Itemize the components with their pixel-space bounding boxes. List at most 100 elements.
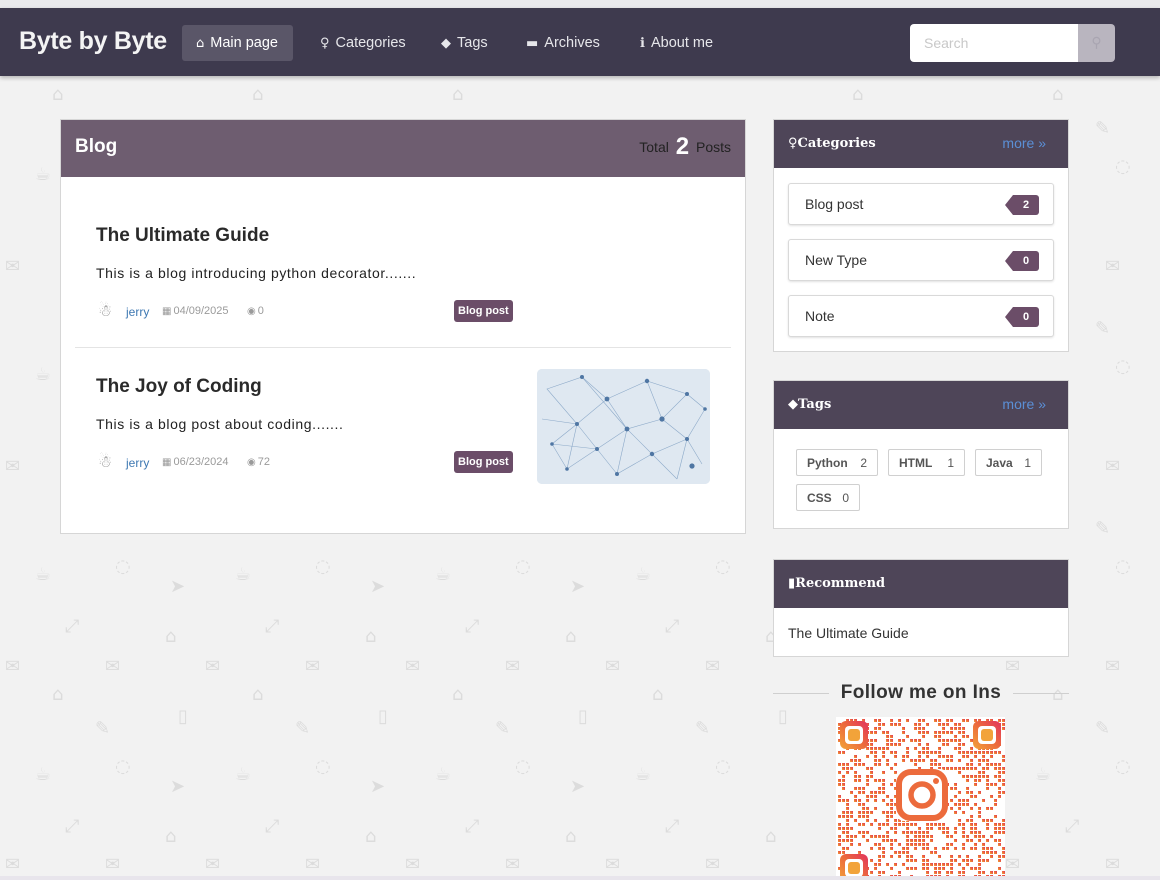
- instagram-qr-code[interactable]: [836, 717, 1005, 880]
- tags-icon: ◆: [788, 397, 798, 412]
- categories-more-label: more: [1002, 135, 1035, 151]
- cup-pattern-icon: ☕: [635, 564, 652, 585]
- tag-item[interactable]: HTML 1: [888, 449, 965, 476]
- cup-pattern-icon: ☕: [1035, 764, 1052, 785]
- post-thumbnail[interactable]: [537, 369, 710, 484]
- recommend-item[interactable]: The Ultimate Guide: [788, 625, 909, 641]
- tag-item[interactable]: CSS 0: [796, 484, 860, 511]
- cup-pattern-icon: ☕: [35, 564, 52, 585]
- nav-archives[interactable]: ▬ Archives: [512, 25, 614, 61]
- nav-tags[interactable]: ◆ Tags: [427, 25, 502, 61]
- expand-pattern-icon: ⤢: [65, 816, 80, 837]
- category-label: New Type: [805, 252, 867, 268]
- mail-pattern-icon: ✉: [1005, 854, 1021, 875]
- tag-item[interactable]: Python 2: [796, 449, 878, 476]
- cup-pattern-icon: ☕: [435, 564, 452, 585]
- expand-pattern-icon: ⤢: [65, 616, 80, 637]
- expand-pattern-icon: ⤢: [265, 616, 280, 637]
- expand-pattern-icon: ⤢: [665, 616, 680, 637]
- mail-pattern-icon: ✉: [1105, 854, 1121, 875]
- post-author[interactable]: jerry: [126, 305, 149, 319]
- cup-pattern-icon: ☕: [35, 364, 52, 385]
- tag-pattern-icon: ⌂: [565, 826, 577, 847]
- ring-pattern-icon: ◌: [115, 556, 131, 577]
- tag-count: 1: [1024, 456, 1031, 470]
- ring-pattern-icon: ◌: [1115, 756, 1131, 777]
- post-total-prefix: Total: [639, 139, 669, 155]
- post-views-count: 0: [257, 305, 264, 317]
- category-item[interactable]: New Type 0: [788, 239, 1054, 281]
- follow-heading: Follow me on Ins: [840, 682, 1002, 703]
- pencil-pattern-icon: ✎: [1095, 718, 1111, 739]
- recommend-widget-title-text: Recommend: [795, 576, 886, 591]
- mail-pattern-icon: ✉: [105, 854, 121, 875]
- ring-pattern-icon: ◌: [1115, 156, 1131, 177]
- post-category-badge[interactable]: Blog post: [454, 451, 513, 473]
- tag-pattern-icon: ⌂: [252, 84, 264, 105]
- tag-pattern-icon: ⌂: [165, 626, 177, 647]
- nav-tags-label: Tags: [457, 35, 488, 51]
- categories-widget-title: ♀Categories: [788, 136, 876, 151]
- search-button[interactable]: ⚲: [1078, 24, 1115, 62]
- nav-categories[interactable]: ♀ Categories: [306, 25, 420, 61]
- post-views: ◉ 0: [247, 305, 264, 317]
- pencil-pattern-icon: ✎: [1095, 318, 1111, 339]
- mail-pattern-icon: ✉: [5, 854, 21, 875]
- send-pattern-icon: ➤: [570, 776, 586, 797]
- post-date: ▦ 04/09/2025: [162, 305, 229, 317]
- post-title[interactable]: The Joy of Coding: [96, 376, 262, 398]
- post-date-text: 04/09/2025: [173, 305, 229, 317]
- tags-more-link[interactable]: more »: [1002, 396, 1046, 412]
- pencil-pattern-icon: ✎: [695, 718, 711, 739]
- network-thumbnail-image: [537, 369, 710, 484]
- site-brand[interactable]: Byte by Byte: [19, 27, 167, 56]
- tag-item[interactable]: Java 1: [975, 449, 1042, 476]
- recommend-widget: ▮Recommend The Ultimate Guide: [773, 559, 1069, 657]
- expand-pattern-icon: ⤢: [465, 816, 480, 837]
- categories-more-link[interactable]: more »: [1002, 135, 1046, 151]
- double-chevron-right-icon: »: [1038, 396, 1046, 412]
- double-chevron-right-icon: »: [1038, 135, 1046, 151]
- pencil-pattern-icon: ✎: [95, 718, 111, 739]
- expand-pattern-icon: ⤢: [465, 616, 480, 637]
- eye-icon: ◉: [247, 306, 256, 317]
- post-meta: ☃ jerry ▦ 04/09/2025 ◉ 0: [96, 301, 516, 323]
- nav-about-me[interactable]: ℹ About me: [626, 25, 727, 61]
- categories-widget: ♀Categories more » Blog post 2 New Type …: [773, 119, 1069, 352]
- post-category-badge[interactable]: Blog post: [454, 300, 513, 322]
- tag-label: Java: [986, 456, 1013, 470]
- category-item[interactable]: Note 0: [788, 295, 1054, 337]
- tag-pattern-icon: ⌂: [565, 626, 577, 647]
- expand-pattern-icon: ⤢: [1065, 816, 1080, 837]
- tag-pattern-icon: ⌂: [252, 684, 264, 705]
- post-author[interactable]: jerry: [126, 456, 149, 470]
- category-count: 2: [1005, 195, 1039, 215]
- send-pattern-icon: ➤: [170, 776, 186, 797]
- nav-main-page[interactable]: ⌂ Main page: [182, 25, 293, 61]
- eye-icon: ◉: [247, 457, 256, 468]
- mail-pattern-icon: ✉: [305, 656, 321, 677]
- tag-label: Python: [807, 456, 848, 470]
- tags-widget-header: ◆Tags more »: [774, 381, 1068, 429]
- mail-pattern-icon: ✉: [1105, 256, 1121, 277]
- category-item[interactable]: Blog post 2: [788, 183, 1054, 225]
- search-input[interactable]: [910, 24, 1078, 62]
- post-views-count: 72: [257, 456, 270, 468]
- post-title[interactable]: The Ultimate Guide: [96, 225, 269, 247]
- post-date-text: 06/23/2024: [173, 456, 229, 468]
- pencil-pattern-icon: ✎: [495, 718, 511, 739]
- pencil-pattern-icon: ✎: [1095, 118, 1111, 139]
- post-date: ▦ 06/23/2024: [162, 456, 229, 468]
- tag-pattern-icon: ⌂: [1052, 84, 1064, 105]
- recommend-widget-header: ▮Recommend: [774, 560, 1068, 608]
- blog-panel-header: Blog Total 2 Posts: [61, 120, 745, 177]
- author-avatar: ☃: [98, 452, 113, 471]
- post-total-count: 2: [675, 133, 690, 160]
- pencil-pattern-icon: ✎: [295, 718, 311, 739]
- tag-pattern-icon: ⌂: [365, 626, 377, 647]
- nav-categories-label: Categories: [335, 35, 406, 51]
- tags-widget-title: ◆Tags: [788, 397, 831, 412]
- ring-pattern-icon: ◌: [1115, 556, 1131, 577]
- mail-pattern-icon: ✉: [605, 854, 621, 875]
- blog-panel: Blog Total 2 Posts The Ultimate Guide Th…: [60, 119, 746, 534]
